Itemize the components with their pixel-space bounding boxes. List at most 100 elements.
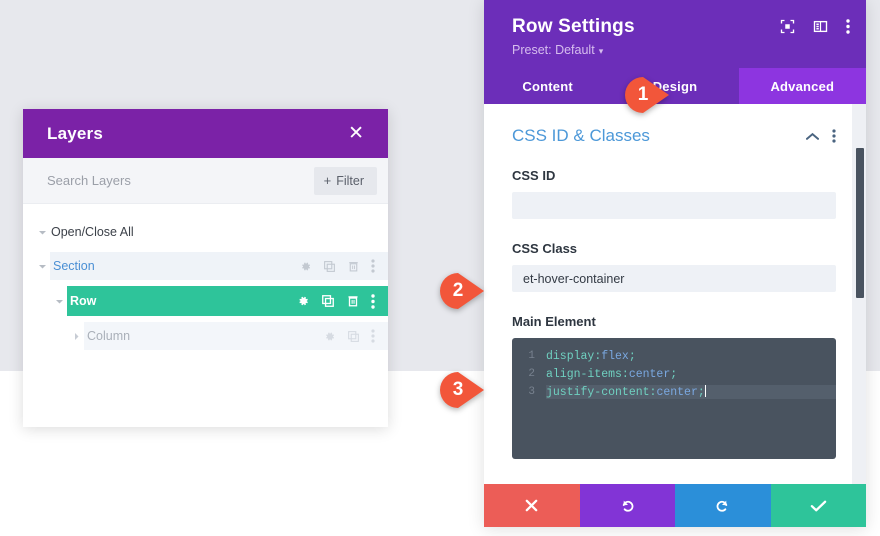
layers-search-bar: + Filter (23, 158, 388, 204)
close-icon[interactable]: ✕ (344, 121, 368, 146)
callout-pin-3: 3 (440, 370, 486, 410)
chevron-down-icon: ▾ (598, 46, 604, 56)
callout-pin-2: 2 (440, 271, 486, 311)
check-icon (810, 500, 826, 511)
more-icon[interactable] (832, 129, 836, 143)
line-number: 1 (528, 350, 535, 362)
text-cursor (704, 385, 706, 397)
settings-panel-header: Row Settings Preset: Default ▾ (484, 0, 866, 68)
main-element-label: Main Element (512, 314, 596, 329)
settings-content: CSS ID & Classes CSS ID CSS Class et-hov… (484, 104, 866, 507)
more-icon[interactable] (371, 293, 375, 309)
css-property: display (546, 349, 595, 363)
duplicate-icon[interactable] (323, 260, 336, 273)
gear-icon[interactable] (296, 294, 310, 308)
css-class-field-group: CSS Class (512, 241, 836, 292)
code-line[interactable]: 1 display:flex; (512, 347, 836, 365)
tab-advanced[interactable]: Advanced (738, 68, 866, 104)
code-line-active[interactable]: 3 justify-content:center; (512, 383, 836, 401)
css-id-field-group: CSS ID (512, 168, 836, 219)
chevron-right-icon[interactable] (67, 322, 85, 350)
table-row[interactable]: Row (67, 286, 388, 316)
css-semicolon: ; (697, 386, 705, 399)
code-line-text: display:flex; (546, 350, 836, 363)
chevron-down-icon[interactable] (50, 286, 68, 316)
row-action-icons (299, 259, 388, 273)
css-class-label: CSS Class (512, 241, 578, 256)
duplicate-icon[interactable] (347, 330, 360, 343)
redo-icon (716, 500, 728, 512)
search-input[interactable] (47, 173, 314, 188)
filter-button[interactable]: + Filter (313, 166, 377, 195)
tab-content[interactable]: Content (484, 68, 611, 104)
preset-selector[interactable]: Preset: Default ▾ (512, 43, 848, 57)
row-action-icons (296, 293, 388, 309)
callout-pin-1: 1 (625, 75, 671, 115)
list-item[interactable]: Open/Close All (23, 218, 388, 246)
panel-layout-icon[interactable] (813, 19, 828, 34)
code-line-text: align-items:center; (546, 368, 836, 381)
panel-scrollbar-thumb[interactable] (856, 148, 864, 298)
trash-icon[interactable] (347, 260, 360, 273)
chevron-down-icon[interactable] (33, 252, 51, 280)
trash-icon[interactable] (346, 294, 360, 308)
undo-icon (622, 500, 634, 512)
line-number: 3 (528, 386, 535, 398)
more-icon[interactable] (846, 19, 850, 34)
save-button[interactable] (770, 484, 866, 527)
row-settings-panel: Row Settings Preset: Default ▾ Content D… (484, 0, 866, 527)
filter-button-label: Filter (336, 173, 364, 188)
redo-button[interactable] (675, 484, 771, 527)
plus-icon: + (323, 173, 332, 188)
layers-panel: Layers ✕ + Filter Open/Close All (23, 109, 388, 427)
tree-level-column: Column (23, 322, 388, 350)
css-colon: : (621, 367, 629, 381)
tree-level-row: Row (23, 286, 388, 316)
list-item-label: Row (70, 294, 97, 308)
focus-frame-icon[interactable] (780, 19, 795, 34)
chevron-down-icon[interactable] (33, 228, 51, 237)
more-icon[interactable] (371, 259, 375, 273)
css-value: center (628, 367, 671, 381)
gear-icon[interactable] (323, 330, 336, 343)
panel-scrollbar-track[interactable] (852, 104, 866, 507)
undo-button[interactable] (579, 484, 675, 527)
css-id-label: CSS ID (512, 168, 556, 183)
css-section-header[interactable]: CSS ID & Classes (512, 126, 836, 146)
tree-level-section: Section (23, 252, 388, 280)
screenshot-root: Layers ✕ + Filter Open/Close All (0, 0, 880, 536)
css-id-input[interactable] (512, 192, 836, 219)
line-number: 2 (528, 368, 535, 380)
cancel-button[interactable] (484, 484, 580, 527)
code-line[interactable]: 2 align-items:center; (512, 365, 836, 383)
settings-tabs: Content Design Advanced (484, 68, 866, 104)
row-action-icons (323, 329, 388, 343)
chevron-up-icon[interactable] (806, 132, 819, 141)
table-row[interactable]: Column (84, 322, 388, 350)
close-icon (525, 499, 538, 512)
section-title: CSS ID & Classes (512, 126, 650, 145)
main-element-field-group: Main Element 1 display:flex; 2 align-ite… (512, 314, 836, 459)
css-property: justify-content (546, 386, 650, 399)
duplicate-icon[interactable] (321, 294, 335, 308)
css-value: flex (601, 349, 629, 363)
list-item-label: Section (53, 259, 95, 273)
css-semicolon: ; (628, 349, 636, 363)
more-icon[interactable] (371, 329, 375, 343)
layers-panel-header: Layers ✕ (23, 109, 388, 158)
layers-tree: Open/Close All Section Row Column (23, 204, 388, 350)
css-value: center (656, 386, 698, 399)
preset-label: Preset: Default (512, 43, 595, 57)
gear-icon[interactable] (299, 260, 312, 273)
list-item-label: Open/Close All (51, 225, 134, 239)
list-item-label: Column (87, 329, 131, 343)
section-header-icons (806, 129, 836, 143)
settings-header-icons (780, 19, 850, 34)
css-property: align-items (546, 367, 622, 381)
css-code-editor[interactable]: 1 display:flex; 2 align-items:center; 3 … (512, 338, 836, 459)
css-semicolon: ; (670, 367, 678, 381)
css-class-input[interactable] (512, 265, 836, 292)
table-row[interactable]: Section (50, 252, 388, 280)
settings-action-bar (484, 484, 866, 527)
layers-panel-title: Layers (47, 123, 104, 143)
